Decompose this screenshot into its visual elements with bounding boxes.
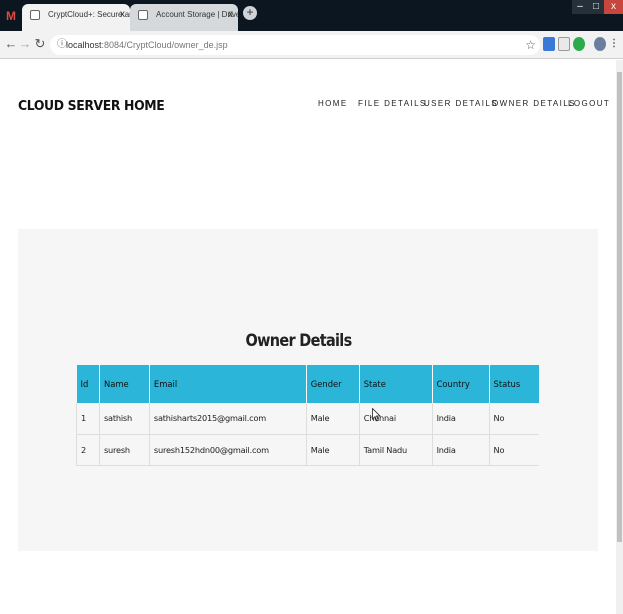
gmail-tab-icon[interactable]: M <box>0 3 22 29</box>
cell-gender: Male <box>306 434 360 466</box>
cell-state: Chennai <box>359 403 433 435</box>
nav-logout[interactable]: LOGOUT <box>568 98 610 109</box>
extension-icon[interactable] <box>573 37 585 51</box>
close-window-button[interactable]: x <box>604 0 623 14</box>
back-icon[interactable]: ← <box>4 36 18 52</box>
url-host: localhost <box>66 40 102 50</box>
page-scrollbar[interactable] <box>616 60 623 614</box>
extension-icon[interactable] <box>543 37 555 51</box>
cell-email: suresh152hdn00@gmail.com <box>149 434 307 466</box>
tab-close-icon[interactable]: x <box>120 4 125 26</box>
tab-label: CryptCloud+: Secure and Expres <box>48 10 130 19</box>
brand-title[interactable]: CLOUD SERVER HOME <box>18 98 165 114</box>
cell-email: sathisharts2015@gmail.com <box>149 403 307 435</box>
nav-owner-details[interactable]: OWNER DETAILS <box>492 98 576 109</box>
column-header-country: Country <box>432 365 490 403</box>
nav-home[interactable]: HOME <box>318 98 348 109</box>
cell-status: No <box>489 403 539 435</box>
cell-country: India <box>432 403 490 435</box>
cell-country: India <box>432 434 490 466</box>
column-header-id: Id <box>76 365 100 403</box>
cell-name: sathish <box>99 403 150 435</box>
page-title: Owner Details <box>245 331 352 351</box>
column-header-state: State <box>359 365 433 403</box>
profile-icon[interactable] <box>594 37 606 51</box>
table-header-row: Id Name Email Gender State Country Statu… <box>76 365 539 403</box>
cell-id: 1 <box>76 403 100 435</box>
tab-close-icon[interactable]: x <box>228 4 233 26</box>
reload-icon[interactable]: ↻ <box>33 36 47 52</box>
table-row: 1 sathish sathisharts2015@gmail.com Male… <box>76 403 539 435</box>
address-bar[interactable]: ⓘ localhost:8084/CryptCloud/owner_de.jsp… <box>50 35 540 55</box>
page-icon <box>138 10 148 20</box>
column-header-status: Status <box>489 365 539 403</box>
scrollbar-thumb[interactable] <box>617 72 622 542</box>
content-panel: Owner Details Id Name Email Gender State… <box>18 229 598 551</box>
table-row: 2 suresh suresh152hdn00@gmail.com Male T… <box>76 434 539 466</box>
cell-gender: Male <box>306 403 360 435</box>
cursor-icon <box>372 408 381 422</box>
column-header-gender: Gender <box>306 365 360 403</box>
tab-label: Account Storage | DriveHQ <box>156 10 238 19</box>
column-header-name: Name <box>99 365 150 403</box>
forward-icon[interactable]: → <box>18 36 32 52</box>
cell-name: suresh <box>99 434 150 466</box>
browser-titlebar: M CryptCloud+: Secure and Expres x Accou… <box>0 0 623 31</box>
url-text[interactable]: localhost:8084/CryptCloud/owner_de.jsp <box>66 35 228 55</box>
extension-icon[interactable] <box>558 37 570 51</box>
tab-cryptcloud[interactable]: CryptCloud+: Secure and Expres x <box>22 4 130 31</box>
page-viewport: CLOUD SERVER HOME HOME FILE DETAILS USER… <box>0 60 616 614</box>
browser-toolbar: ← → ↻ ⓘ localhost:8084/CryptCloud/owner_… <box>0 31 623 59</box>
cell-status: No <box>489 434 539 466</box>
page-icon <box>30 10 40 20</box>
owner-table: Id Name Email Gender State Country Statu… <box>76 365 539 466</box>
new-tab-button[interactable]: + <box>243 6 257 20</box>
star-icon[interactable]: ☆ <box>525 36 536 54</box>
nav-user-details[interactable]: USER DETAILS <box>424 98 498 109</box>
column-header-email: Email <box>149 365 307 403</box>
nav-file-details[interactable]: FILE DETAILS <box>358 98 427 109</box>
cell-id: 2 <box>76 434 100 466</box>
cell-state: Tamil Nadu <box>359 434 433 466</box>
minimize-button[interactable]: – <box>572 0 588 14</box>
maximize-button[interactable]: □ <box>588 0 604 14</box>
menu-icon[interactable]: ⋮ <box>609 37 619 51</box>
tab-drivehq[interactable]: Account Storage | DriveHQ x <box>130 4 238 31</box>
url-path: :8084/CryptCloud/owner_de.jsp <box>101 40 228 50</box>
